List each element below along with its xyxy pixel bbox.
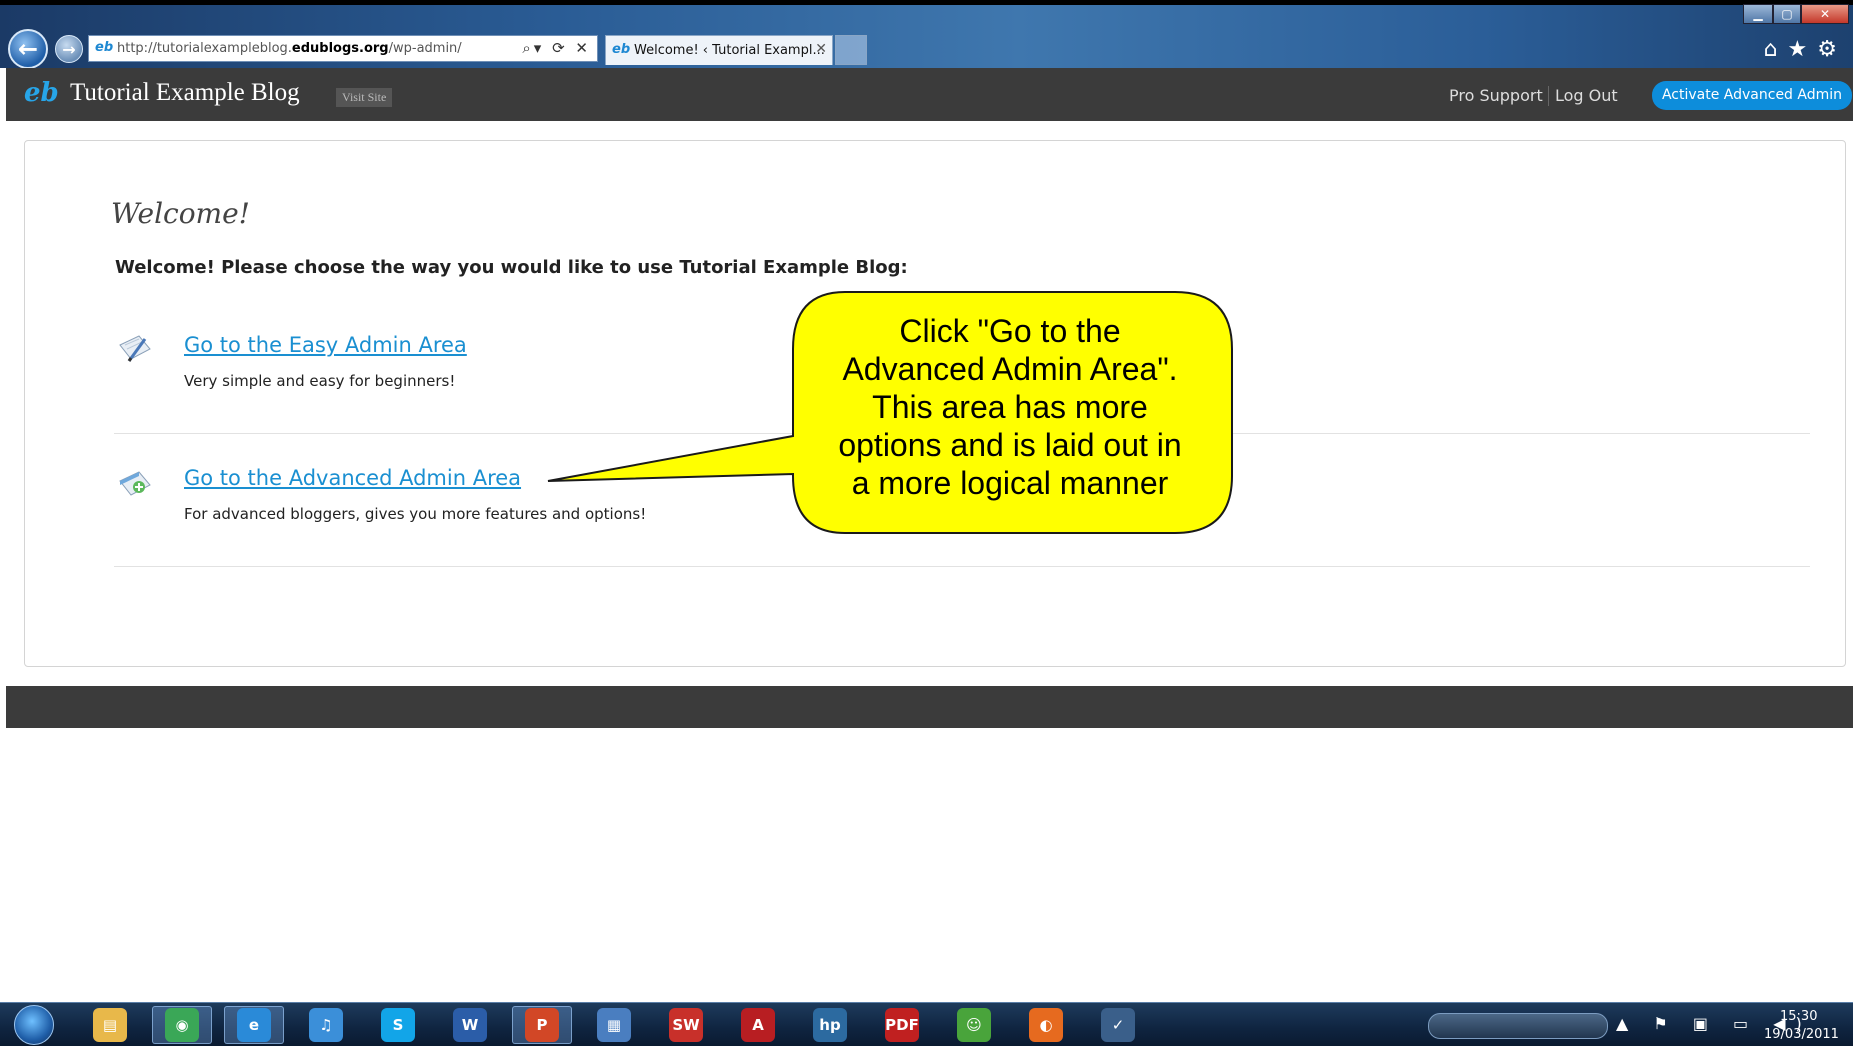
admin-bar: eb Tutorial Example Blog Visit Site Pro … bbox=[6, 68, 1853, 121]
site-favicon-icon: eb bbox=[95, 40, 114, 55]
taskbar-app-skype[interactable]: S bbox=[368, 1006, 428, 1044]
taskbar: ▤ ◉ e ♫ S W P ▦ SW Ahp PDF ☺ ◐ ✓ ▲ ⚑ ▣ ▭ ◀) 15:30 19/… bbox=[0, 1002, 1853, 1046]
minimize-button[interactable]: ▁ bbox=[1743, 4, 1773, 24]
site-title[interactable]: Tutorial Example Blog bbox=[70, 79, 300, 107]
option-divider bbox=[114, 566, 1810, 567]
taskbar-app-itunes[interactable]: ♫ bbox=[296, 1006, 356, 1044]
page-title: Welcome! bbox=[111, 197, 250, 230]
callout-line: This area has more bbox=[872, 389, 1148, 425]
callout-text: Click "Go to the Advanced Admin Area". T… bbox=[800, 312, 1220, 502]
address-tools-icons[interactable]: ⌕▾ ⟳ ✕ bbox=[522, 39, 591, 57]
taskbar-app-autocad[interactable]: A bbox=[728, 1006, 788, 1044]
address-bar[interactable]: eb http://tutorialexampleblog.edublogs.o… bbox=[88, 35, 598, 62]
forward-button[interactable]: → bbox=[55, 35, 83, 63]
logout-link[interactable]: Log Out bbox=[1555, 86, 1618, 105]
window-controls: ▁ ▢ ✕ bbox=[1743, 4, 1849, 24]
taskbar-app-chrome[interactable]: ◉ bbox=[152, 1006, 212, 1044]
menu-divider bbox=[1548, 86, 1549, 106]
chrome-icon: ◉ bbox=[165, 1008, 199, 1042]
clock-date[interactable]: 19/03/2011 bbox=[1764, 1027, 1839, 1042]
pro-support-link[interactable]: Pro Support bbox=[1449, 86, 1543, 105]
url-path: /wp-admin/ bbox=[388, 41, 462, 56]
word-icon: W bbox=[453, 1008, 487, 1042]
arrow-left-icon: ← bbox=[17, 35, 39, 63]
tab-favicon-icon: eb bbox=[612, 42, 631, 57]
home-favorites-tools-icons[interactable]: ⌂★⚙ bbox=[1764, 37, 1847, 62]
media-player-controls[interactable] bbox=[1428, 1013, 1608, 1039]
taskbar-app-explorer[interactable]: ▤ bbox=[80, 1006, 140, 1044]
new-tab-button[interactable] bbox=[835, 35, 867, 65]
taskbar-app-clock-app[interactable]: ✓ bbox=[1088, 1006, 1148, 1044]
messenger-icon: ☺ bbox=[957, 1008, 991, 1042]
start-button[interactable] bbox=[14, 1005, 54, 1045]
taskbar-app-internet-explorer[interactable]: e bbox=[224, 1006, 284, 1044]
callout-line: Advanced Admin Area". bbox=[842, 351, 1178, 387]
skype-icon: S bbox=[381, 1008, 415, 1042]
browser-tab[interactable]: eb Welcome! ‹ Tutorial Exampl... ✕ bbox=[605, 35, 833, 65]
pdf-tool-icon: PDF bbox=[885, 1008, 919, 1042]
powerpoint-icon: P bbox=[525, 1008, 559, 1042]
easy-admin-link[interactable]: Go to the Easy Admin Area bbox=[184, 333, 467, 357]
notepad-pencil-icon bbox=[119, 335, 151, 362]
activate-advanced-admin-button[interactable]: Activate Advanced Admin bbox=[1652, 81, 1852, 110]
project-icon: ▦ bbox=[597, 1008, 631, 1042]
taskbar-app-project[interactable]: ▦ bbox=[584, 1006, 644, 1044]
advanced-admin-description: For advanced bloggers, gives you more fe… bbox=[184, 505, 647, 523]
browser-chrome: ← → eb http://tutorialexampleblog.edublo… bbox=[0, 0, 1853, 69]
tab-title: Welcome! ‹ Tutorial Exampl... bbox=[634, 43, 825, 58]
taskbar-app-powerpoint[interactable]: P bbox=[512, 1006, 572, 1044]
edublogs-logo-icon[interactable]: eb bbox=[24, 78, 59, 108]
notepad-plus-icon bbox=[119, 471, 151, 496]
autocad-icon: A bbox=[741, 1008, 775, 1042]
taskbar-app-messenger[interactable]: ☺ bbox=[944, 1006, 1004, 1044]
url-prefix: http://tutorialexampleblog. bbox=[117, 41, 292, 56]
visit-site-button[interactable]: Visit Site bbox=[336, 88, 393, 107]
clock-time[interactable]: 15:30 bbox=[1780, 1009, 1817, 1024]
taskbar-app-hp[interactable]: hp bbox=[800, 1006, 860, 1044]
easy-admin-description: Very simple and easy for beginners! bbox=[184, 372, 456, 390]
back-button[interactable]: ← bbox=[8, 29, 48, 69]
explorer-icon: ▤ bbox=[93, 1008, 127, 1042]
arrow-right-icon: → bbox=[62, 39, 76, 59]
itunes-icon: ♫ bbox=[309, 1008, 343, 1042]
close-window-button[interactable]: ✕ bbox=[1801, 4, 1849, 24]
clock-app-icon: ✓ bbox=[1101, 1008, 1135, 1042]
internet-explorer-icon: e bbox=[237, 1008, 271, 1042]
solidworks-icon: SW bbox=[669, 1008, 703, 1042]
hp-icon: hp bbox=[813, 1008, 847, 1042]
url-domain: edublogs.org bbox=[291, 41, 389, 56]
chrome-top-strip bbox=[0, 0, 1853, 5]
callout-line: options and is laid out in bbox=[838, 427, 1182, 463]
taskbar-app-firefox[interactable]: ◐ bbox=[1016, 1006, 1076, 1044]
close-tab-icon[interactable]: ✕ bbox=[815, 41, 827, 57]
footer-bar bbox=[6, 686, 1853, 728]
callout-line: a more logical manner bbox=[851, 465, 1169, 501]
intro-text: Welcome! Please choose the way you would… bbox=[115, 257, 908, 278]
taskbar-app-pdf-tool[interactable]: PDF bbox=[872, 1006, 932, 1044]
firefox-icon: ◐ bbox=[1029, 1008, 1063, 1042]
taskbar-app-solidworks[interactable]: SW bbox=[656, 1006, 716, 1044]
maximize-button[interactable]: ▢ bbox=[1773, 4, 1801, 24]
advanced-admin-link[interactable]: Go to the Advanced Admin Area bbox=[184, 466, 521, 490]
address-url[interactable]: http://tutorialexampleblog.edublogs.org/… bbox=[117, 41, 462, 56]
taskbar-app-word[interactable]: W bbox=[440, 1006, 500, 1044]
callout-line: Click "Go to the bbox=[899, 313, 1121, 349]
